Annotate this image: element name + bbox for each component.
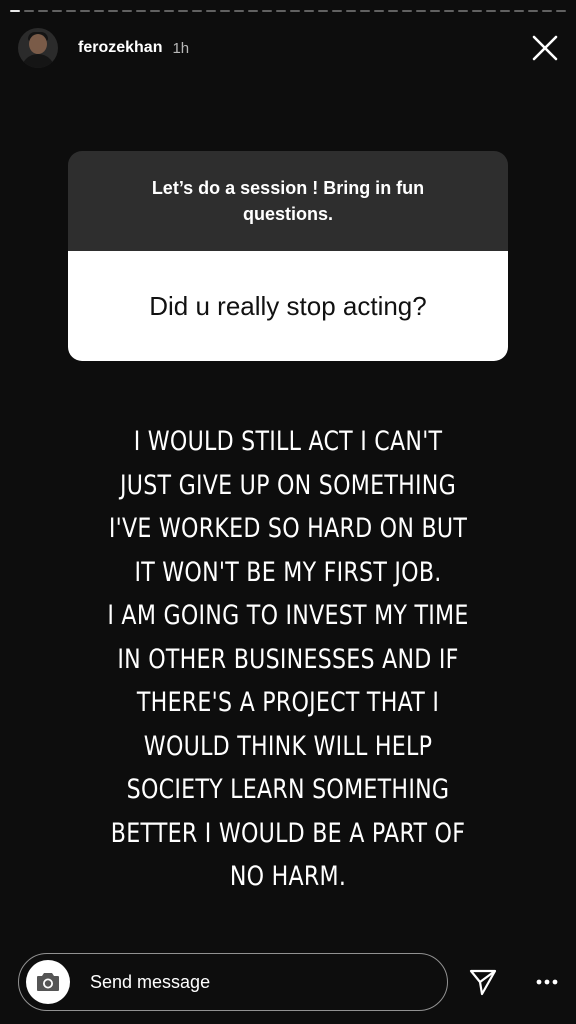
progress-segment bbox=[10, 10, 20, 12]
question-prompt: Let’s do a session ! Bring in fun questi… bbox=[151, 178, 425, 224]
question-prompt-area: Let’s do a session ! Bring in fun questi… bbox=[68, 151, 508, 251]
story-footer: Send message bbox=[18, 952, 562, 1012]
progress-segment bbox=[388, 10, 398, 12]
timestamp: 1h bbox=[172, 39, 190, 57]
progress-segment bbox=[514, 10, 524, 12]
progress-segment bbox=[206, 10, 216, 12]
progress-segment bbox=[500, 10, 510, 12]
progress-segment bbox=[486, 10, 496, 12]
progress-segment bbox=[38, 10, 48, 12]
progress-segment bbox=[220, 10, 230, 12]
progress-segment bbox=[262, 10, 272, 12]
progress-segment bbox=[52, 10, 62, 12]
progress-segment bbox=[444, 10, 454, 12]
progress-segment bbox=[416, 10, 426, 12]
send-icon bbox=[469, 969, 497, 996]
camera-icon bbox=[37, 973, 59, 991]
message-placeholder: Send message bbox=[90, 971, 211, 992]
progress-segment bbox=[556, 10, 566, 12]
close-button[interactable] bbox=[528, 31, 562, 65]
avatar[interactable] bbox=[18, 28, 58, 68]
answer-text: I WOULD STILL ACT I CAN'T JUST GIVE UP O… bbox=[107, 426, 469, 892]
progress-segment bbox=[94, 10, 104, 12]
progress-segment bbox=[332, 10, 342, 12]
progress-segment bbox=[66, 10, 76, 12]
send-message-field[interactable]: Send message bbox=[18, 953, 448, 1011]
username[interactable]: ferozekhan bbox=[78, 39, 162, 57]
progress-segment bbox=[374, 10, 384, 12]
progress-segment bbox=[458, 10, 468, 12]
progress-segment bbox=[192, 10, 202, 12]
story-progress-bar bbox=[10, 10, 566, 12]
progress-segment bbox=[150, 10, 160, 12]
question-sticker[interactable]: Let’s do a session ! Bring in fun questi… bbox=[68, 151, 508, 361]
story-header: ferozekhan 1h bbox=[18, 26, 562, 70]
more-options-button[interactable] bbox=[532, 965, 562, 999]
progress-segment bbox=[178, 10, 188, 12]
progress-segment bbox=[542, 10, 552, 12]
progress-segment bbox=[290, 10, 300, 12]
progress-segment bbox=[430, 10, 440, 12]
progress-segment bbox=[248, 10, 258, 12]
progress-segment bbox=[108, 10, 118, 12]
progress-segment bbox=[346, 10, 356, 12]
progress-segment bbox=[472, 10, 482, 12]
progress-segment bbox=[276, 10, 286, 12]
progress-segment bbox=[318, 10, 328, 12]
camera-button[interactable] bbox=[26, 960, 70, 1004]
progress-segment bbox=[164, 10, 174, 12]
close-icon bbox=[532, 35, 558, 61]
progress-segment bbox=[80, 10, 90, 12]
progress-segment bbox=[304, 10, 314, 12]
progress-segment bbox=[528, 10, 538, 12]
progress-segment bbox=[122, 10, 132, 12]
send-button[interactable] bbox=[466, 965, 500, 999]
more-options-icon bbox=[536, 979, 558, 985]
progress-segment bbox=[234, 10, 244, 12]
progress-segment bbox=[360, 10, 370, 12]
progress-segment bbox=[136, 10, 146, 12]
question-answer-area: Did u really stop acting? bbox=[68, 251, 508, 361]
submitted-question: Did u really stop acting? bbox=[149, 290, 427, 321]
progress-segment bbox=[24, 10, 34, 12]
progress-segment bbox=[402, 10, 412, 12]
